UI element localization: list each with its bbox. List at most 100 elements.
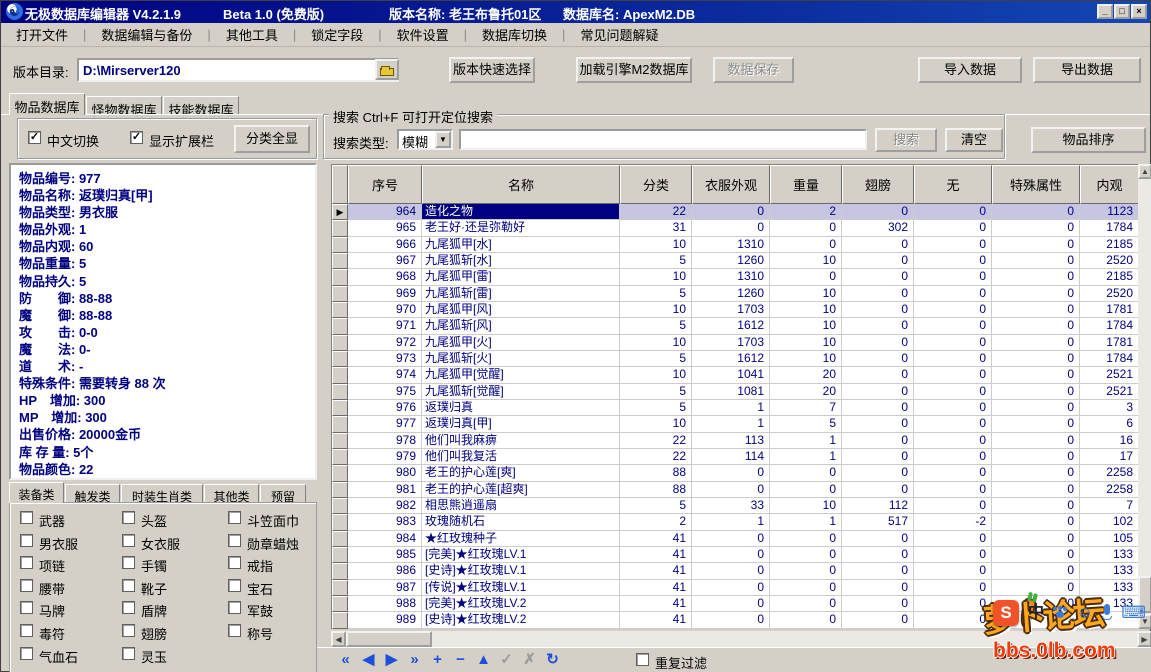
post-edit-button post-edit-icon[interactable]: ✓ <box>496 650 517 670</box>
table-row[interactable]: 965 老王好·还是弥勒好 31 0 0 302 0 0 1784 <box>332 220 1139 237</box>
category-checkbox-翅膀[interactable] <box>122 623 135 637</box>
cancel-edit-button cancel-edit-icon[interactable]: ✗ <box>519 650 540 670</box>
scroll-up-icon[interactable]: ▲ <box>1138 164 1151 179</box>
search-button[interactable]: 搜索 <box>875 128 937 152</box>
keyboard-icon[interactable]: ⌨ <box>1121 603 1146 623</box>
category-show-all-button[interactable]: 分类全显 <box>234 125 310 153</box>
table-row[interactable]: ▶ 964 造化之物 22 0 2 0 0 0 1123 <box>332 204 1139 221</box>
maximize-button maximize-icon[interactable]: □ <box>1114 4 1130 19</box>
table-row[interactable]: 968 九尾狐甲[雷] 10 1310 0 0 0 0 2185 <box>332 269 1139 286</box>
last-record-button last-record-icon[interactable]: » <box>404 650 425 670</box>
column-header-名称[interactable]: 名称 <box>422 165 620 204</box>
category-checkbox-项链[interactable] <box>20 556 33 570</box>
version-dir-input[interactable] <box>77 58 399 82</box>
smiley-icon[interactable]: ☺ <box>1076 603 1093 623</box>
show-extension-checkbox[interactable]: ✓ <box>130 131 143 144</box>
scroll-right-icon[interactable]: ▶ <box>1137 631 1151 647</box>
column-header-内观[interactable]: 内观 <box>1080 165 1139 204</box>
table-row[interactable]: 974 九尾狐甲[觉醒] 10 1041 20 0 0 0 2521 <box>332 367 1139 384</box>
grid-horizontal-scrollbar[interactable] <box>331 631 1151 647</box>
chinese-toggle-checkbox[interactable]: ✓ <box>28 131 41 144</box>
column-header-翅膀[interactable]: 翅膀 <box>842 165 914 204</box>
table-row[interactable]: 975 九尾狐斩[觉醒] 5 1081 20 0 0 0 2521 <box>332 383 1139 400</box>
horizontal-scroll-thumb[interactable] <box>346 631 432 647</box>
menu-item-0[interactable]: 打开文件 <box>1 23 83 46</box>
table-row[interactable]: 971 九尾狐斩[风] 5 1612 10 0 0 0 1784 <box>332 318 1139 335</box>
chinese-mode-icon[interactable]: 中 <box>1028 603 1044 623</box>
search-type-select[interactable]: 模糊 ▼ <box>397 129 453 150</box>
menu-item-1[interactable]: 数据编辑与备份 <box>86 23 207 46</box>
sogou-input-icon[interactable]: S <box>993 600 1019 626</box>
category-checkbox-勋章蜡烛[interactable] <box>228 533 241 547</box>
edit-record-button edit-record-icon[interactable]: ▲ <box>473 650 494 670</box>
close-button close-icon[interactable]: × <box>1131 4 1147 19</box>
category-checkbox-靴子[interactable] <box>122 578 135 592</box>
menu-item-2[interactable]: 其他工具 <box>211 23 293 46</box>
table-row[interactable]: 986 [史诗]★红玫瑰LV.1 41 0 0 0 0 0 133 <box>332 563 1139 580</box>
column-header-重量[interactable]: 重量 <box>770 165 842 204</box>
category-checkbox-毒符[interactable] <box>20 623 33 637</box>
prior-record-button prior-record-icon[interactable]: ◀ <box>358 650 379 670</box>
menu-item-5[interactable]: 数据库切换 <box>467 23 562 46</box>
table-row[interactable]: 982 相思熊逍遥扇 5 33 10 112 0 0 7 <box>332 497 1139 515</box>
tab-怪物数据库[interactable]: 怪物数据库 <box>86 96 162 118</box>
category-tab-装备类[interactable]: 装备类 <box>9 482 64 503</box>
table-row[interactable]: 970 九尾狐甲[风] 10 1703 10 0 0 0 1781 <box>332 301 1139 319</box>
category-checkbox-腰带[interactable] <box>20 578 33 592</box>
category-tab-预留[interactable]: 预留 <box>260 484 306 504</box>
chevron-down-icon[interactable]: ▼ <box>435 131 451 148</box>
table-row[interactable]: 966 九尾狐甲[水] 10 1310 0 0 0 0 2185 <box>332 236 1139 253</box>
table-row[interactable]: 973 九尾狐斩[火] 5 1612 10 0 0 0 1784 <box>332 350 1139 368</box>
table-row[interactable]: 984 ★红玫瑰种子 41 0 0 0 0 0 105 <box>332 530 1139 547</box>
menu-item-4[interactable]: 软件设置 <box>382 23 464 46</box>
category-checkbox-称号[interactable] <box>228 623 241 637</box>
category-tab-时装生肖类[interactable]: 时装生肖类 <box>121 484 203 504</box>
category-checkbox-斗笠面巾[interactable] <box>228 511 241 524</box>
load-m2-button[interactable]: 加载引擎M2数据库 <box>576 57 692 83</box>
table-row[interactable]: 972 九尾狐甲[火] 10 1703 10 0 0 0 1781 <box>332 334 1139 351</box>
delete-record-button delete-record-icon[interactable]: − <box>450 650 471 670</box>
category-checkbox-戒指[interactable] <box>228 556 241 570</box>
duplicate-filter-checkbox[interactable] <box>636 653 649 666</box>
column-header-特殊属性[interactable]: 特殊属性 <box>992 165 1080 204</box>
category-checkbox-气血石[interactable] <box>20 646 33 660</box>
browse-folder-button[interactable] <box>375 59 399 80</box>
next-record-button next-record-icon[interactable]: ▶ <box>381 650 402 670</box>
minimize-button minimize-icon[interactable]: _ <box>1097 4 1113 19</box>
category-checkbox-手镯[interactable] <box>122 556 135 570</box>
category-checkbox-宝石[interactable] <box>228 578 241 592</box>
paw-icon[interactable] <box>1053 606 1068 619</box>
scroll-left-icon[interactable]: ◀ <box>331 631 346 647</box>
export-data-button[interactable]: 导出数据 <box>1033 57 1141 83</box>
menu-item-6[interactable]: 常见问题解疑 <box>565 23 673 46</box>
category-tab-触发类[interactable]: 触发类 <box>65 484 120 504</box>
table-row[interactable]: 983 玫瑰随机石 2 1 1 517 -2 0 102 <box>332 514 1139 531</box>
column-header-无[interactable]: 无 <box>914 165 992 204</box>
search-input[interactable] <box>459 129 867 150</box>
table-row[interactable]: 967 九尾狐斩[水] 5 1260 10 0 0 0 2520 <box>332 252 1139 270</box>
table-row[interactable]: 976 返璞归真 5 1 7 0 0 0 3 <box>332 399 1139 417</box>
tab-技能数据库[interactable]: 技能数据库 <box>163 96 239 118</box>
refresh-data-button refresh-data-icon[interactable]: ↻ <box>542 650 563 670</box>
microphone-icon[interactable] <box>1102 604 1113 622</box>
category-checkbox-盾牌[interactable] <box>122 601 135 615</box>
column-header-衣服外观[interactable]: 衣服外观 <box>692 165 770 204</box>
table-row[interactable]: 969 九尾狐斩[雷] 5 1260 10 0 0 0 2520 <box>332 285 1139 302</box>
table-row[interactable]: 987 [传说]★红玫瑰LV.1 41 0 0 0 0 0 133 <box>332 579 1139 596</box>
category-checkbox-头盔[interactable] <box>122 511 135 524</box>
category-checkbox-灵玉[interactable] <box>122 646 135 660</box>
category-checkbox-马牌[interactable] <box>20 601 33 615</box>
column-header-序号[interactable]: 序号 <box>348 165 422 204</box>
table-row[interactable]: 985 [完美]★红玫瑰LV.1 41 0 0 0 0 0 133 <box>332 546 1139 564</box>
first-record-button first-record-icon[interactable]: « <box>335 650 356 670</box>
table-row[interactable]: 980 老王的护心莲[爽] 88 0 0 0 0 0 2258 <box>332 465 1139 482</box>
category-checkbox-女衣服[interactable] <box>122 533 135 547</box>
item-data-grid[interactable]: 序号 名称 分类 衣服外观 重量 翅膀无特殊属性 内观 ▶ 964 造化之物 22 0 2 0 0 0 112… <box>331 164 1151 629</box>
item-sort-button[interactable]: 物品排序 <box>1031 127 1146 153</box>
category-checkbox-武器[interactable] <box>20 511 33 524</box>
category-checkbox-军鼓[interactable] <box>228 601 241 615</box>
category-checkbox-男衣服[interactable] <box>20 533 33 547</box>
table-row[interactable]: 979 他们叫我复活 22 114 1 0 0 0 17 <box>332 448 1139 466</box>
menu-item-3[interactable]: 锁定字段 <box>296 23 378 46</box>
quick-select-button[interactable]: 版本快速选择 <box>449 57 535 83</box>
